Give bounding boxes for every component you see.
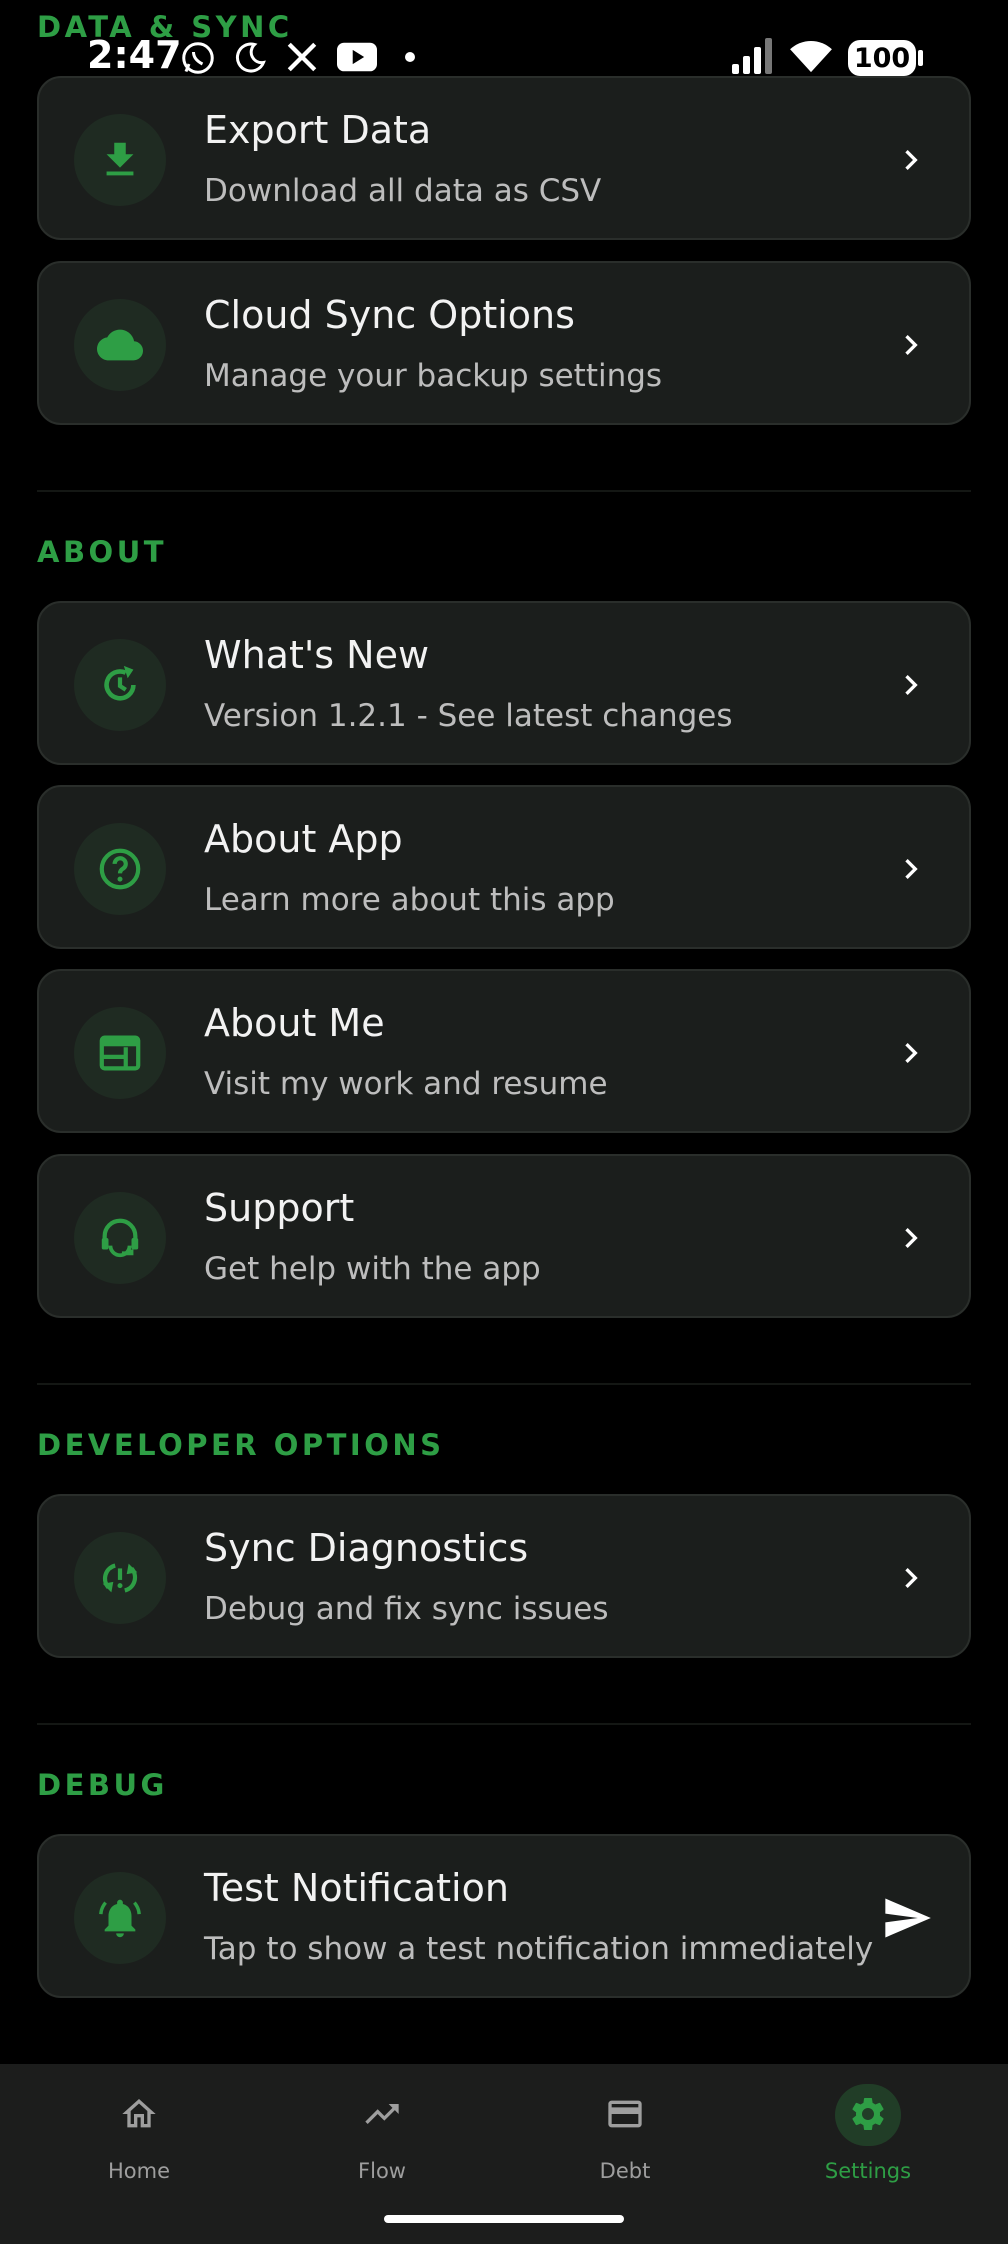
divider <box>37 490 971 492</box>
about-app-card[interactable]: About App Learn more about this app <box>37 785 971 949</box>
chevron-right-icon <box>905 859 918 879</box>
nav-label-debt: Debt <box>599 2159 651 2183</box>
about-me-title: About Me <box>204 1001 385 1045</box>
support-subtitle: Get help with the app <box>204 1251 541 1287</box>
test-notification-card[interactable]: Test Notification Tap to show a test not… <box>37 1834 971 1998</box>
sync-diagnostics-subtitle: Debug and fix sync issues <box>204 1591 609 1627</box>
whats-new-title: What's New <box>204 633 430 677</box>
support-agent-icon <box>101 1218 139 1258</box>
sync-diagnostics-icon-circle <box>74 1532 166 1624</box>
cloud-sync-title: Cloud Sync Options <box>204 293 575 337</box>
about-app-title: About App <box>204 817 403 861</box>
nav-item-flow[interactable]: Flow <box>282 2064 482 2194</box>
battery-level: 100 <box>853 42 911 74</box>
sync-diagnostics-card[interactable]: Sync Diagnostics Debug and fix sync issu… <box>37 1494 971 1658</box>
whatsapp-icon <box>182 42 214 74</box>
sync-diagnostics-title: Sync Diagnostics <box>204 1526 529 1570</box>
credit-card-icon <box>608 2100 642 2128</box>
chevron-right-icon <box>905 150 918 170</box>
youtube-icon <box>337 42 377 72</box>
cloud-sync-subtitle: Manage your backup settings <box>204 358 663 394</box>
notification-dot-icon <box>405 52 415 62</box>
export-data-card[interactable]: Export Data Download all data as CSV <box>37 76 971 240</box>
whats-new-card[interactable]: What's New Version 1.2.1 - See latest ch… <box>37 601 971 765</box>
divider <box>37 1723 971 1725</box>
cloud-icon-circle <box>74 299 166 391</box>
divider <box>37 1383 971 1385</box>
nav-item-home[interactable]: Home <box>39 2064 239 2194</box>
export-data-subtitle: Download all data as CSV <box>204 173 602 209</box>
chevron-right-icon <box>905 1228 918 1248</box>
nav-label-settings: Settings <box>824 2159 912 2183</box>
about-app-subtitle: Learn more about this app <box>204 882 615 918</box>
export-icon-circle <box>74 114 166 206</box>
about-me-subtitle: Visit my work and resume <box>204 1066 608 1102</box>
support-icon-circle <box>74 1192 166 1284</box>
test-notification-title: Test Notification <box>204 1866 509 1910</box>
chevron-right-icon <box>905 675 918 695</box>
whats-new-icon-circle <box>74 639 166 731</box>
whats-new-subtitle: Version 1.2.1 - See latest changes <box>204 698 733 734</box>
gear-icon <box>852 2098 884 2130</box>
moon-icon <box>235 42 266 73</box>
nav-item-debt[interactable]: Debt <box>525 2064 725 2194</box>
home-icon <box>122 2099 156 2128</box>
test-notification-icon-circle <box>74 1872 166 1964</box>
status-time: 2:47 <box>87 33 182 77</box>
battery-icon: 100 <box>848 40 916 76</box>
help-icon <box>99 848 141 890</box>
chevron-right-icon <box>905 1043 918 1063</box>
section-header-debug: DEBUG <box>37 1768 168 1802</box>
wifi-icon <box>790 40 832 73</box>
update-icon <box>104 665 136 701</box>
send-icon[interactable] <box>881 1892 933 1944</box>
export-data-title: Export Data <box>204 108 432 152</box>
bell-icon <box>99 1899 141 1938</box>
sync-problem-icon <box>102 1563 138 1593</box>
chevron-right-icon <box>905 335 918 355</box>
chevron-right-icon <box>905 1568 918 1588</box>
x-icon <box>287 42 317 72</box>
cloud-icon <box>97 329 143 361</box>
support-card[interactable]: Support Get help with the app <box>37 1154 971 1318</box>
battery-tip <box>918 50 923 66</box>
home-indicator[interactable] <box>384 2215 624 2223</box>
nav-label-flow: Flow <box>358 2159 406 2183</box>
test-notification-subtitle: Tap to show a test notification immediat… <box>204 1931 874 1967</box>
support-title: Support <box>204 1186 355 1230</box>
about-app-icon-circle <box>74 823 166 915</box>
nav-label-home: Home <box>107 2159 170 2183</box>
cloud-sync-card[interactable]: Cloud Sync Options Manage your backup se… <box>37 261 971 425</box>
about-me-icon-circle <box>74 1007 166 1099</box>
about-me-card[interactable]: About Me Visit my work and resume <box>37 969 971 1133</box>
nav-item-settings[interactable]: Settings <box>768 2064 968 2194</box>
section-header-about: ABOUT <box>37 535 168 569</box>
trending-up-icon <box>365 2104 399 2124</box>
download-icon <box>106 142 134 176</box>
section-header-developer: DEVELOPER OPTIONS <box>37 1428 445 1462</box>
signal-icon <box>732 38 772 74</box>
web-icon <box>99 1035 141 1071</box>
